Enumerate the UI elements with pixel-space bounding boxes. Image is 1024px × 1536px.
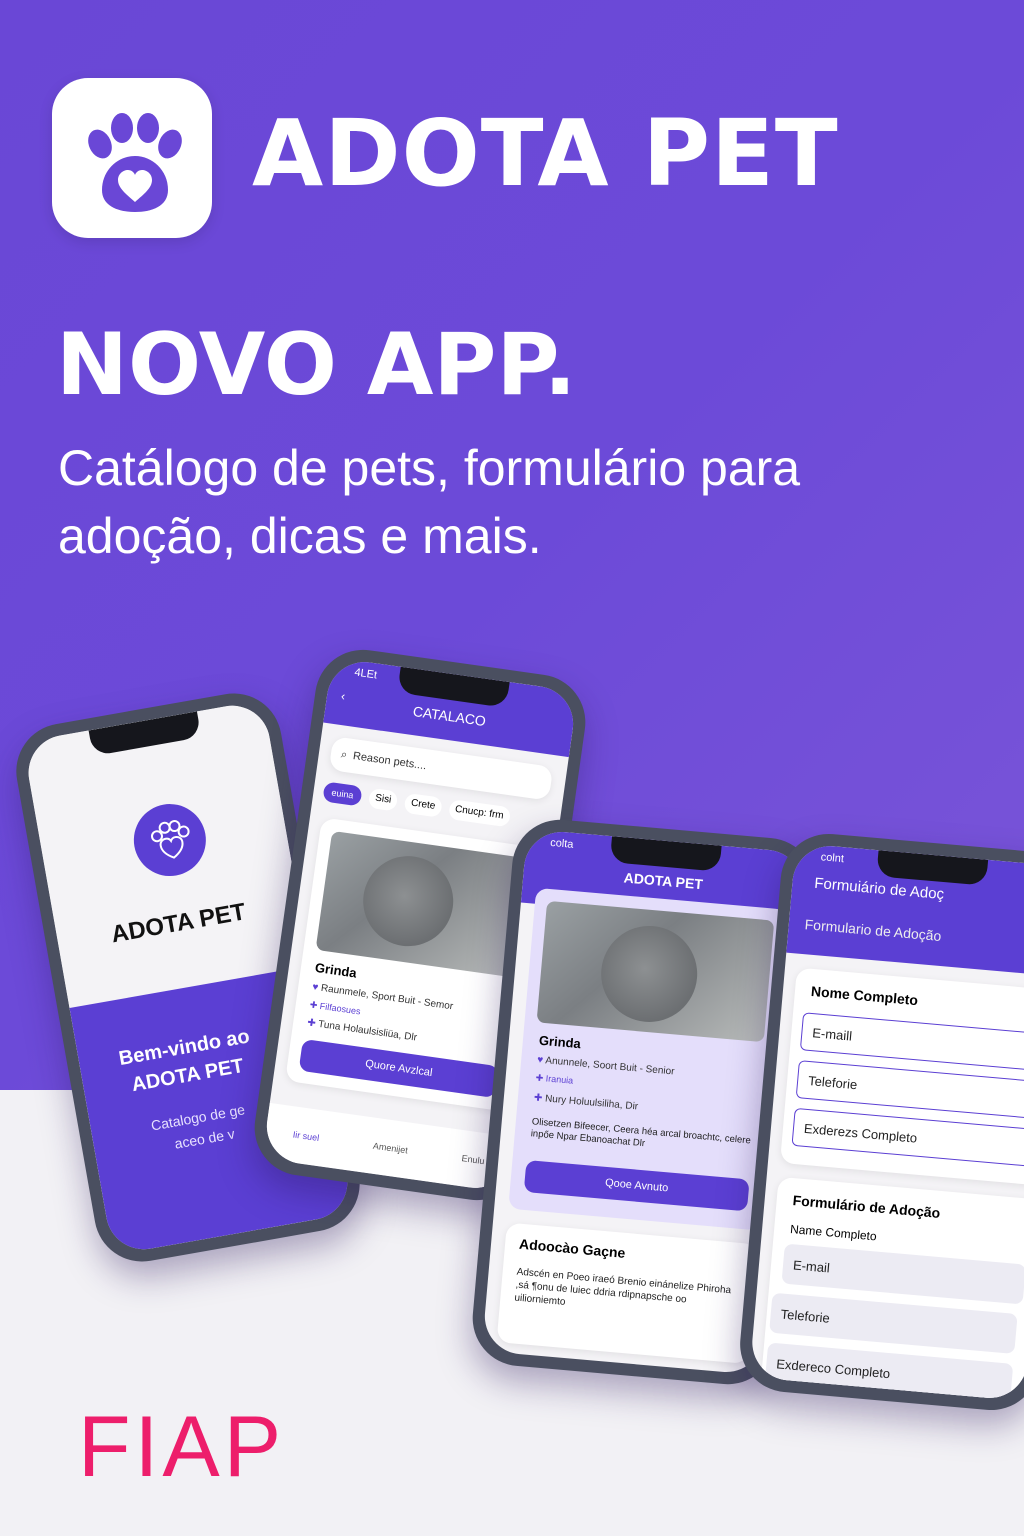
- status-time: colnt: [820, 851, 845, 866]
- name-label: Nome Completo: [810, 982, 919, 1009]
- phone-field[interactable]: Teleforie: [769, 1292, 1018, 1354]
- paw-heart-icon: [88, 113, 182, 212]
- heart-icon: ♥: [311, 981, 319, 994]
- nav-home[interactable]: Iir suel: [292, 1129, 320, 1143]
- nav-favorites[interactable]: Amenijet: [372, 1141, 408, 1156]
- adopt-button[interactable]: Quore Avzlcal: [298, 1038, 500, 1099]
- pin-icon: ✚: [535, 1072, 544, 1084]
- adoption-info-card: Adoocào Gaçne Adscén en Poeo iraeó Breni…: [496, 1222, 759, 1365]
- adopt-button[interactable]: Qooe Avnuto: [523, 1159, 750, 1212]
- pin-icon: ✚: [306, 1017, 317, 1030]
- phone-form: colnt Formuiário de Adoç Formulario de A…: [736, 829, 1024, 1415]
- email-field[interactable]: E-mail: [781, 1243, 1024, 1305]
- form-subtitle: Formulario de Adoção: [804, 916, 942, 944]
- headline: NOVO APP.: [56, 315, 577, 415]
- splash-logo: [128, 798, 212, 882]
- name-label: Name Completo: [789, 1221, 878, 1244]
- pin-icon: ✚: [309, 999, 319, 1011]
- pin-icon: ✚: [533, 1092, 543, 1105]
- form-card-title: Formulário de Adoção: [792, 1192, 941, 1221]
- pet-name: Grinda: [538, 1032, 582, 1052]
- nav-menu[interactable]: Enulu: [461, 1153, 485, 1166]
- heart-icon: ♥: [536, 1054, 544, 1067]
- chip[interactable]: Cnucp: frm: [447, 799, 511, 828]
- app-icon: [52, 78, 212, 238]
- subheadline: Catálogo de pets, formulário para adoção…: [58, 440, 801, 564]
- pet-info-2: ✚ Filfaosues: [309, 999, 362, 1017]
- section-text: Adscén en Poeo iraeó Brenio einánelize P…: [513, 1266, 732, 1308]
- pet-name: Grinda: [314, 959, 358, 981]
- chip[interactable]: Crete: [403, 792, 443, 818]
- form-card-1: Nome Completo E-maill Teleforie Exderezs…: [779, 967, 1024, 1186]
- chip[interactable]: Sisi: [367, 787, 399, 812]
- status-time: 4LEt: [353, 666, 378, 682]
- brand-title: ADOTA PET: [252, 100, 839, 207]
- phone-form-screen: colnt Formuiário de Adoç Formulario de A…: [749, 842, 1024, 1402]
- pet-photo: [315, 830, 529, 978]
- search-icon: ⌕: [340, 747, 348, 761]
- paw-icon: [150, 820, 190, 859]
- pet-info-2: ✚ Iranuia: [535, 1072, 574, 1086]
- pet-info-3: ✚ Nury Holuulsiliha, Dir: [533, 1092, 639, 1113]
- section-title: Adoocào Gaçne: [518, 1235, 627, 1261]
- status-time: colta: [549, 836, 574, 851]
- address-field[interactable]: Exderezs Completo: [791, 1107, 1024, 1169]
- chip-all[interactable]: euina: [322, 781, 363, 807]
- pet-info-3: ✚ Tuna Holaulsisliüa, Dlr: [306, 1017, 418, 1044]
- pet-description: Olisetzen Bifeecer, Ceera héa arcal broa…: [530, 1116, 752, 1150]
- address-field[interactable]: Exdereco Completo: [764, 1342, 1014, 1402]
- search-placeholder: Reason pets....: [352, 750, 428, 773]
- form-card-2: Formulário de Adoção Name Completo E-mai…: [760, 1176, 1024, 1402]
- pet-detail-card: Grinda ♥ Anunnele, Soort Buit - Senior ✚…: [508, 887, 788, 1231]
- fiap-logo: FIAP: [78, 1399, 286, 1495]
- pet-photo: [536, 900, 775, 1043]
